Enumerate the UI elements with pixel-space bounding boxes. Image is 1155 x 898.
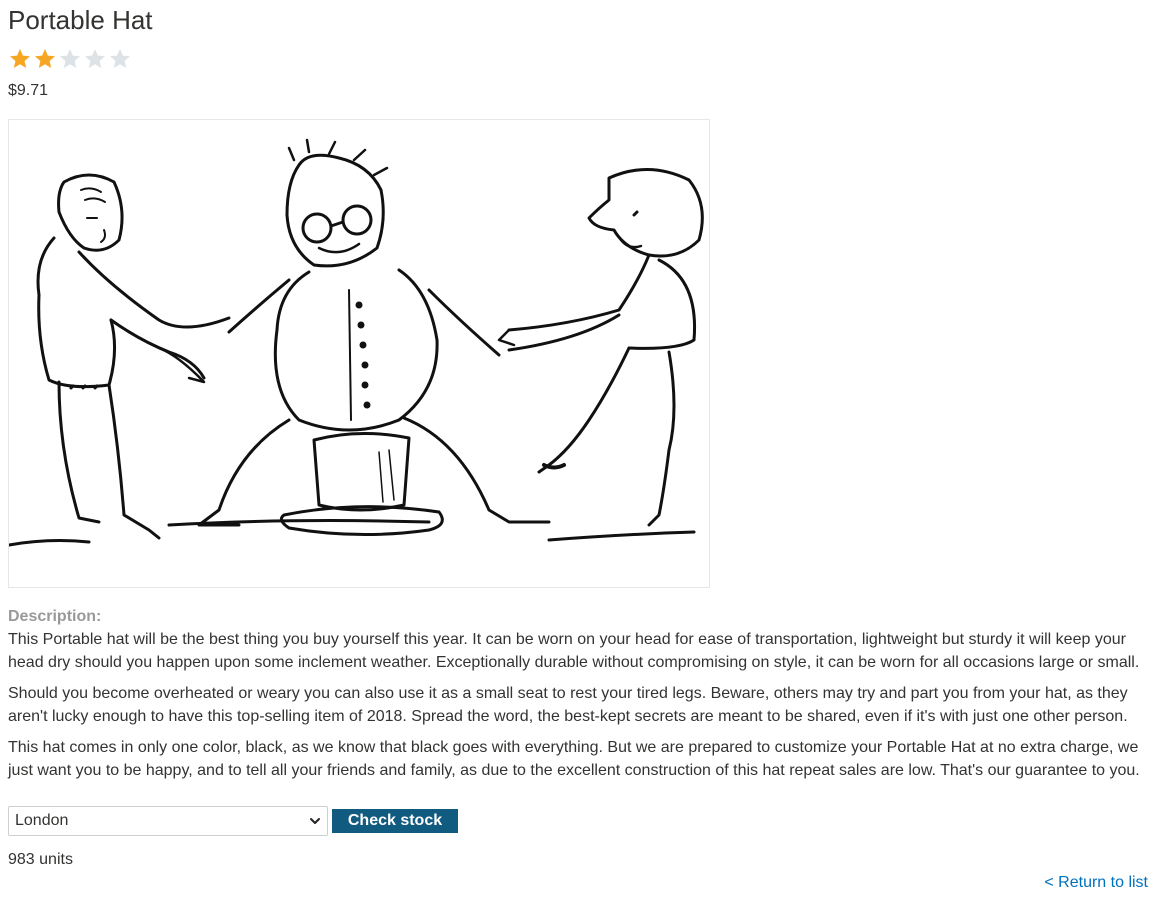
- description-paragraph: This Portable hat will be the best thing…: [8, 631, 1140, 671]
- product-image: [8, 119, 710, 588]
- stock-check-form: London Check stock: [8, 806, 458, 836]
- store-select[interactable]: London: [8, 806, 328, 836]
- product-description: This Portable hat will be the best thing…: [8, 629, 1148, 791]
- return-to-list-link[interactable]: < Return to list: [1044, 873, 1148, 893]
- star-icon: [85, 49, 105, 68]
- stock-result: 983 units: [8, 851, 73, 868]
- star-icon: [110, 49, 130, 68]
- star-icon: [60, 49, 80, 68]
- description-label: Description:: [8, 608, 102, 625]
- star-icon: [10, 49, 30, 68]
- store-select-value: London: [15, 812, 69, 829]
- check-stock-button[interactable]: Check stock: [332, 809, 458, 833]
- product-price: $9.71: [8, 82, 49, 99]
- description-paragraph: This hat comes in only one color, black,…: [8, 739, 1140, 779]
- description-paragraph: Should you become overheated or weary yo…: [8, 685, 1128, 725]
- product-title: Portable Hat: [8, 5, 153, 35]
- star-rating: [8, 47, 132, 71]
- chevron-down-icon: [310, 818, 320, 824]
- star-icon: [35, 49, 55, 68]
- product-illustration: [9, 138, 704, 547]
